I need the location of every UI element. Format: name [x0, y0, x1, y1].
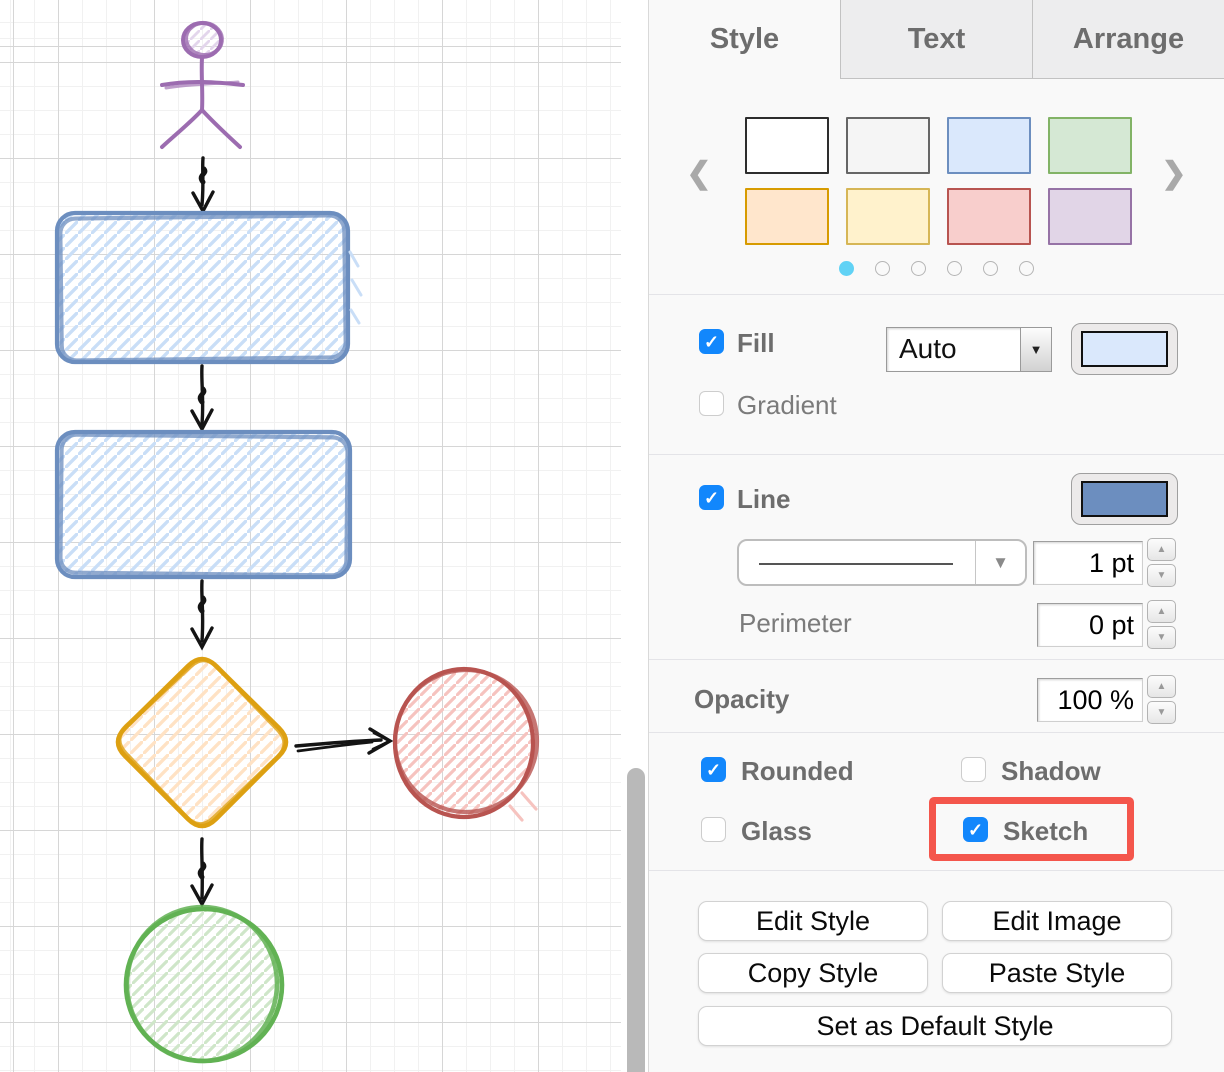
sketch-label: Sketch	[1003, 816, 1088, 847]
line-label: Line	[737, 484, 790, 515]
scrollbar-thumb[interactable]	[627, 768, 645, 1072]
sketch-checkbox[interactable]: ✓	[963, 817, 988, 842]
paste-style-button[interactable]: Paste Style	[942, 953, 1172, 993]
preset-page-dot[interactable]	[1019, 261, 1034, 276]
check-icon: ✓	[704, 333, 719, 351]
line-color-swatch	[1081, 481, 1168, 517]
opacity-section: Opacity ▲ ▼	[649, 660, 1224, 733]
fill-label: Fill	[737, 328, 775, 359]
fill-checkbox[interactable]: ✓	[699, 329, 724, 354]
stepper-up-button[interactable]: ▲	[1147, 600, 1176, 623]
style-preset-blue[interactable]	[947, 117, 1031, 174]
copy-style-button[interactable]: Copy Style	[698, 953, 928, 993]
style-preset-orange[interactable]	[745, 188, 829, 245]
line-color-button[interactable]	[1071, 473, 1178, 525]
edit-style-button[interactable]: Edit Style	[698, 901, 928, 941]
style-preset-gray[interactable]	[846, 117, 930, 174]
style-preset-green[interactable]	[1048, 117, 1132, 174]
line-width-stepper: ▲ ▼	[1147, 538, 1176, 587]
check-icon: ✓	[704, 489, 719, 507]
preset-page-dot[interactable]	[983, 261, 998, 276]
format-panel: Style Text Arrange ❮ ❯ ✓ Fill Auto ▼ ✓ G…	[648, 0, 1224, 1072]
chevron-right-icon[interactable]: ❯	[1154, 151, 1194, 195]
effects-section: ✓ Rounded ✓ Shadow ✓ Glass ✓ Sketch	[649, 733, 1224, 871]
chevron-left-icon[interactable]: ❮	[679, 151, 719, 195]
stepper-down-button[interactable]: ▼	[1147, 564, 1176, 587]
gradient-label: Gradient	[737, 390, 837, 421]
style-preset-white[interactable]	[745, 117, 829, 174]
edit-image-button[interactable]: Edit Image	[942, 901, 1172, 941]
opacity-input[interactable]	[1037, 678, 1143, 722]
stepper-down-button[interactable]: ▼	[1147, 626, 1176, 649]
terminal-circle-green[interactable]	[121, 901, 284, 1067]
connector-arrow[interactable]	[192, 839, 212, 904]
style-buttons-section: Edit Style Edit Image Copy Style Paste S…	[649, 871, 1224, 1072]
preset-page-dot[interactable]	[875, 261, 890, 276]
set-default-style-button[interactable]: Set as Default Style	[698, 1006, 1172, 1046]
preset-page-dots	[649, 261, 1224, 276]
check-icon: ✓	[968, 821, 983, 839]
connector-arrow[interactable]	[192, 366, 212, 429]
line-checkbox[interactable]: ✓	[699, 485, 724, 510]
style-preset-grid	[745, 117, 1135, 245]
stepper-up-button[interactable]: ▲	[1147, 538, 1176, 561]
connector-arrow[interactable]	[296, 729, 390, 753]
connector-arrow[interactable]	[193, 158, 213, 211]
line-width-input[interactable]	[1033, 541, 1143, 585]
rounded-label: Rounded	[741, 756, 854, 787]
opacity-stepper: ▲ ▼	[1147, 675, 1176, 724]
connector-arrow[interactable]	[192, 581, 212, 647]
terminal-circle-red[interactable]	[388, 663, 544, 820]
preset-page-dot[interactable]	[947, 261, 962, 276]
dropdown-arrow-icon: ▼	[975, 541, 1025, 584]
decision-diamond[interactable]	[117, 658, 286, 826]
perimeter-label: Perimeter	[739, 608, 852, 639]
style-preset-red[interactable]	[947, 188, 1031, 245]
drawio-window: Style Text Arrange ❮ ❯ ✓ Fill Auto ▼ ✓ G…	[0, 0, 1224, 1072]
gradient-checkbox[interactable]: ✓	[699, 391, 724, 416]
shadow-label: Shadow	[1001, 756, 1101, 787]
perimeter-stepper: ▲ ▼	[1147, 600, 1176, 649]
process-rectangle-2[interactable]	[57, 432, 350, 577]
stepper-down-button[interactable]: ▼	[1147, 701, 1176, 724]
dropdown-arrow-icon: ▼	[1020, 328, 1051, 371]
line-section: ✓ Line ▼ ▲ ▼ Perimeter ▲ ▼	[649, 455, 1224, 660]
tab-style[interactable]: Style	[649, 0, 840, 79]
fill-style-select[interactable]: Auto ▼	[886, 327, 1052, 372]
perimeter-input[interactable]	[1037, 603, 1143, 647]
check-icon: ✓	[706, 761, 721, 779]
rounded-checkbox[interactable]: ✓	[701, 757, 726, 782]
style-presets-section: ❮ ❯	[649, 79, 1224, 295]
fill-color-swatch	[1081, 331, 1168, 367]
style-preset-yellow[interactable]	[846, 188, 930, 245]
line-style-dropdown[interactable]: ▼	[737, 539, 1027, 586]
tab-text[interactable]: Text	[840, 0, 1032, 79]
tab-arrange[interactable]: Arrange	[1032, 0, 1224, 79]
shadow-checkbox[interactable]: ✓	[961, 757, 986, 782]
preset-page-dot[interactable]	[839, 261, 854, 276]
style-preset-purple[interactable]	[1048, 188, 1132, 245]
stepper-up-button[interactable]: ▲	[1147, 675, 1176, 698]
sketch-flowchart	[0, 0, 621, 1072]
fill-section: ✓ Fill Auto ▼ ✓ Gradient	[649, 295, 1224, 455]
fill-style-value: Auto	[887, 328, 1020, 371]
vertical-scrollbar[interactable]	[621, 0, 648, 1072]
glass-label: Glass	[741, 816, 812, 847]
preset-page-dot[interactable]	[911, 261, 926, 276]
process-rectangle-1[interactable]	[57, 213, 361, 362]
glass-checkbox[interactable]: ✓	[701, 817, 726, 842]
line-style-preview	[739, 541, 975, 584]
diagram-canvas[interactable]	[0, 0, 621, 1072]
opacity-label: Opacity	[694, 684, 789, 715]
fill-color-button[interactable]	[1071, 323, 1178, 375]
format-tabs: Style Text Arrange	[649, 0, 1224, 79]
actor-shape[interactable]	[162, 21, 243, 147]
